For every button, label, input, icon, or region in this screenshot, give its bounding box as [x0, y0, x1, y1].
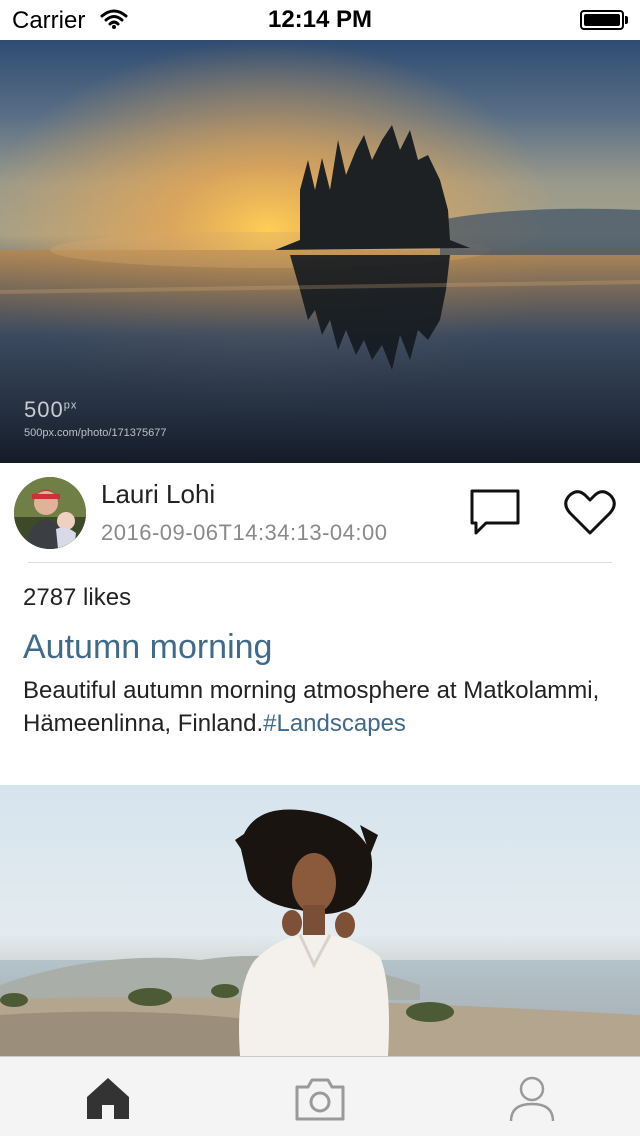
avatar[interactable] — [14, 477, 86, 549]
profile-icon — [509, 1076, 555, 1122]
tab-home[interactable] — [83, 1075, 133, 1123]
like-button[interactable] — [563, 489, 617, 537]
next-post-photo[interactable] — [0, 785, 640, 1056]
author-name[interactable]: Lauri Lohi — [101, 479, 215, 510]
camera-icon — [295, 1078, 345, 1121]
watermark-logo: 500px — [24, 397, 78, 422]
post-header: Lauri Lohi 2016-09-06T14:34:13-04:00 — [0, 463, 640, 563]
heart-icon — [564, 490, 616, 535]
caption-hashtag[interactable]: #Landscapes — [263, 710, 406, 737]
divider — [28, 562, 612, 563]
post-title: Autumn morning — [23, 628, 273, 666]
comment-button[interactable] — [468, 487, 522, 537]
post-caption: Beautiful autumn morning atmosphere at M… — [23, 674, 613, 740]
battery-icon — [580, 10, 628, 30]
home-icon — [87, 1078, 129, 1119]
post-timestamp: 2016-09-06T14:34:13-04:00 — [101, 520, 388, 545]
post-photo[interactable]: 500px 500px.com/photo/171375677 — [0, 40, 640, 463]
tab-camera[interactable] — [293, 1075, 345, 1123]
tab-bar — [0, 1056, 640, 1136]
likes-count: 2787 likes — [23, 584, 132, 611]
status-bar: Carrier 12:14 PM — [0, 0, 640, 40]
clock-label: 12:14 PM — [267, 6, 373, 33]
tab-profile[interactable] — [507, 1075, 557, 1123]
watermark-url: 500px.com/photo/171375677 — [24, 427, 167, 439]
comment-icon — [470, 489, 520, 535]
